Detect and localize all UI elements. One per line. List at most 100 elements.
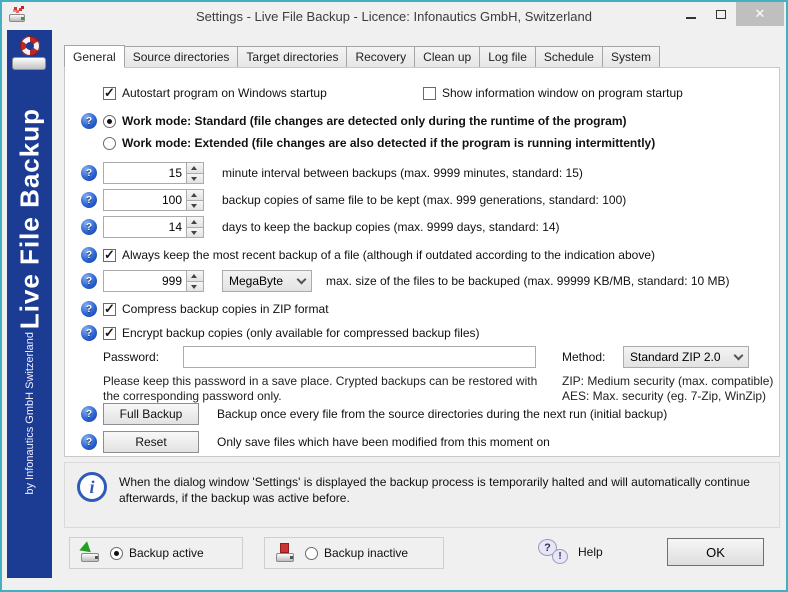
interval-stepper (103, 162, 204, 184)
tab-strip: General Source directories Target direct… (64, 44, 660, 68)
help-icon[interactable]: ? (81, 406, 97, 422)
spin-down-button[interactable] (187, 227, 204, 238)
maximize-button[interactable] (706, 2, 736, 26)
help-icon[interactable]: ? (81, 434, 97, 450)
compress-label: Compress backup copies in ZIP format (122, 302, 329, 316)
brand-subtitle: by Infonautics GmbH Switzerland (23, 332, 36, 495)
app-logo-icon (10, 36, 49, 72)
max-size-label: max. size of the files to be backuped (m… (326, 274, 730, 288)
minimize-icon (686, 17, 696, 19)
max-size-input[interactable] (103, 270, 187, 292)
copies-label: backup copies of same file to be kept (m… (222, 193, 627, 207)
spin-up-button[interactable] (187, 270, 204, 282)
work-mode-standard-label: Work mode: Standard (file changes are de… (122, 114, 627, 128)
backup-active-label: Backup active (129, 546, 204, 560)
work-mode-extended-label: Work mode: Extended (file changes are al… (122, 136, 656, 150)
interval-label: minute interval between backups (max. 99… (222, 166, 583, 180)
keep-recent-checkbox[interactable] (103, 247, 116, 263)
info-panel: i When the dialog window 'Settings' is d… (64, 462, 780, 528)
backup-inactive-group: Backup inactive (264, 537, 444, 569)
backup-active-group: Backup active (69, 537, 243, 569)
help-icon[interactable]: ? (81, 273, 97, 289)
size-unit-dropdown[interactable]: MegaByte (222, 270, 312, 292)
days-stepper (103, 216, 204, 238)
spin-down-button[interactable] (187, 200, 204, 211)
method-label: Method: (562, 350, 606, 364)
info-note: When the dialog window 'Settings' is dis… (119, 475, 750, 505)
reset-label: Only save files which have been modified… (217, 435, 550, 449)
encrypt-label: Encrypt backup copies (only available fo… (122, 326, 480, 340)
tab-recovery[interactable]: Recovery (346, 46, 416, 67)
settings-window: Settings - Live File Backup - Licence: I… (0, 0, 788, 592)
tab-source-directories[interactable]: Source directories (123, 46, 239, 67)
full-backup-label: Backup once every file from the source d… (217, 407, 668, 421)
full-backup-button[interactable]: Full Backup (103, 403, 199, 425)
encrypt-checkbox[interactable] (103, 325, 116, 341)
backup-inactive-label: Backup inactive (324, 546, 409, 560)
password-field[interactable] (183, 346, 536, 368)
size-unit-value: MegaByte (229, 274, 284, 288)
chevron-down-icon (733, 350, 744, 360)
method-hint-zip: ZIP: Medium security (max. compatible) (562, 374, 774, 388)
help-icon[interactable]: ? (81, 165, 97, 181)
close-button[interactable]: ✕ (736, 2, 784, 26)
autostart-checkbox[interactable] (103, 85, 116, 101)
interval-input[interactable] (103, 162, 187, 184)
window-title: Settings - Live File Backup - Licence: I… (196, 8, 592, 24)
footer-bar: Backup active Backup inactive ? ! Help O… (54, 537, 784, 571)
minimize-button[interactable] (676, 2, 706, 26)
help-icon[interactable]: ? (81, 325, 97, 341)
work-mode-standard-radio[interactable] (103, 114, 116, 128)
help-icon[interactable]: ? (81, 219, 97, 235)
spin-down-button[interactable] (187, 281, 204, 292)
work-mode-extended-radio[interactable] (103, 136, 116, 150)
copies-input[interactable] (103, 189, 187, 211)
app-icon (9, 7, 27, 23)
method-dropdown[interactable]: Standard ZIP 2.0 (623, 346, 749, 368)
help-icon[interactable]: ? (81, 247, 97, 263)
help-label: Help (578, 545, 603, 559)
tab-schedule[interactable]: Schedule (534, 46, 603, 67)
spin-up-button[interactable] (187, 189, 204, 201)
backup-active-radio[interactable] (110, 546, 123, 560)
maximize-icon (716, 9, 726, 19)
help-icon[interactable]: ? (81, 192, 97, 208)
copies-stepper (103, 189, 204, 211)
spin-down-button[interactable] (187, 173, 204, 184)
info-icon: i (77, 472, 107, 502)
days-input[interactable] (103, 216, 187, 238)
general-tab-panel: Autostart program on Windows startup Sho… (64, 67, 780, 457)
brand-sidebar: Live File Backup by Infonautics GmbH Swi… (7, 30, 52, 578)
max-size-stepper (103, 270, 204, 292)
tab-clean-up[interactable]: Clean up (414, 46, 481, 67)
help-icon[interactable]: ? (81, 301, 97, 317)
autostart-label: Autostart program on Windows startup (122, 86, 327, 100)
brand-title: Live File Backup (14, 108, 44, 330)
tab-target-directories[interactable]: Target directories (237, 46, 348, 67)
show-info-window-label: Show information window on program start… (442, 86, 683, 100)
method-value: Standard ZIP 2.0 (630, 350, 721, 364)
help-bubbles-icon: ? ! (538, 537, 572, 567)
spin-up-button[interactable] (187, 162, 204, 174)
days-label: days to keep the backup copies (max. 999… (222, 220, 560, 234)
tab-log-file[interactable]: Log file (479, 46, 536, 67)
password-hint: Please keep this password in a save plac… (103, 374, 538, 403)
show-info-window-checkbox[interactable] (423, 86, 436, 100)
help-button[interactable]: ? ! Help (538, 537, 603, 567)
compress-checkbox[interactable] (103, 301, 116, 317)
method-hint-aes: AES: Max. security (eg. 7-Zip, WinZip) (562, 389, 767, 403)
keep-recent-label: Always keep the most recent backup of a … (122, 248, 655, 262)
title-bar: Settings - Live File Backup - Licence: I… (2, 2, 786, 30)
ok-button[interactable]: OK (667, 538, 764, 566)
close-icon: ✕ (754, 6, 766, 21)
spin-up-button[interactable] (187, 216, 204, 228)
backup-inactive-radio[interactable] (305, 546, 318, 560)
backup-active-icon (79, 541, 102, 563)
help-icon[interactable]: ? (81, 113, 97, 129)
tab-general[interactable]: General (64, 45, 125, 68)
tab-system[interactable]: System (601, 46, 660, 67)
chevron-down-icon (296, 274, 307, 284)
backup-inactive-icon (275, 543, 297, 563)
password-label: Password: (103, 350, 160, 364)
reset-button[interactable]: Reset (103, 431, 199, 453)
